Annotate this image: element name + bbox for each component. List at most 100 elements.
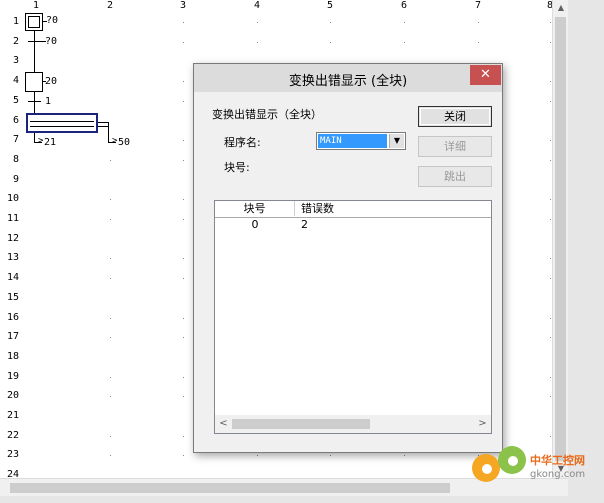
row-number: 12	[6, 232, 19, 244]
window-frame	[0, 496, 604, 503]
grid-dot	[110, 455, 111, 457]
grid-dot	[183, 22, 184, 23]
grid-dot	[550, 199, 551, 201]
grid-dot	[550, 81, 551, 83]
grid-dot	[330, 22, 331, 23]
grid-dot	[110, 337, 111, 339]
detail-button[interactable]: 详细	[418, 136, 492, 157]
grid-dot	[183, 159, 184, 161]
scroll-up-icon[interactable]: ▲	[553, 0, 569, 16]
sfc-branch-line	[30, 126, 94, 127]
grid-dot	[183, 337, 184, 339]
grid-dot	[478, 41, 479, 43]
grid-dot	[550, 435, 551, 437]
sfc-jump-label: 21	[44, 137, 57, 148]
program-name-select[interactable]: MAIN ▼	[316, 132, 406, 150]
scroll-right-icon[interactable]: >	[474, 415, 491, 433]
close-button[interactable]: 关闭	[418, 106, 492, 127]
grid-dot	[110, 435, 111, 437]
grid-dot	[550, 317, 551, 319]
grid-dot	[257, 455, 258, 457]
watermark-text: 中华工控网	[530, 454, 585, 467]
grid-dot	[550, 219, 551, 220]
column-number: 2	[107, 0, 114, 11]
dialog-heading: 变换出错显示（全块）	[212, 108, 322, 121]
column-number: 1	[33, 0, 40, 11]
gear-icon	[482, 464, 492, 474]
block-number-label: 块号:	[224, 161, 250, 174]
sfc-jump-label: 50	[118, 137, 131, 148]
column-header-block[interactable]: 块号	[215, 201, 295, 216]
row-number: 5	[12, 94, 19, 106]
list-header: 块号 错误数	[215, 201, 491, 218]
grid-dot	[550, 278, 551, 280]
list-horizontal-scrollbar[interactable]: < >	[215, 415, 491, 433]
grid-dot	[404, 455, 405, 457]
row-number: 23	[6, 449, 19, 461]
scroll-thumb[interactable]	[555, 17, 566, 461]
row-number: 11	[6, 213, 19, 224]
program-name-label: 程序名:	[224, 136, 261, 149]
scroll-left-icon[interactable]: <	[215, 415, 232, 433]
column-number: 7	[475, 0, 482, 11]
row-number: 3	[12, 55, 19, 67]
sfc-step-label: ?0	[46, 15, 59, 26]
error-count-cell: 2	[301, 218, 308, 231]
sfc-transition-bar	[28, 101, 41, 102]
gear-icon	[508, 456, 518, 466]
scroll-thumb[interactable]	[10, 483, 450, 493]
row-number: 6	[12, 114, 19, 126]
row-number: 1	[12, 16, 19, 27]
row-number: 4	[12, 75, 19, 87]
grid-dot	[110, 219, 111, 220]
vertical-scrollbar[interactable]: ▲ ▼	[552, 0, 568, 478]
list-item[interactable]: 0 2	[215, 217, 491, 232]
sfc-transition-label: 1	[45, 96, 52, 107]
watermark-sub: gkong.com	[530, 469, 586, 480]
dialog-title: 变换出错显示 (全块)	[288, 74, 408, 89]
close-icon[interactable]: ✕	[470, 65, 501, 85]
sfc-main-line	[34, 31, 35, 73]
grid-dot	[550, 258, 551, 260]
grid-dot	[183, 100, 184, 102]
row-number: 16	[6, 311, 19, 323]
column-number: 5	[327, 0, 334, 11]
sfc-branch-down	[108, 122, 109, 143]
sfc-connector	[98, 126, 108, 127]
error-list[interactable]: 块号 错误数 0 2 < >	[214, 200, 492, 434]
grid-dot	[183, 199, 184, 201]
grid-dot	[183, 41, 184, 43]
scroll-thumb[interactable]	[232, 419, 370, 429]
grid-dot	[183, 219, 184, 220]
grid-dot	[183, 435, 184, 437]
column-number: 6	[401, 0, 408, 11]
dialog-titlebar[interactable]: 变换出错显示 (全块) ✕	[194, 64, 502, 92]
grid-dot	[110, 278, 111, 280]
program-name-value: MAIN	[318, 134, 387, 148]
grid-dot	[550, 376, 551, 378]
grid-dot	[110, 258, 111, 260]
row-number: 19	[6, 370, 19, 382]
grid-dot	[110, 317, 111, 319]
row-number: 24	[6, 469, 19, 478]
sfc-jump-arrow-icon: >	[38, 136, 44, 146]
grid-dot	[550, 337, 551, 339]
grid-dot	[183, 455, 184, 457]
sfc-step-20[interactable]	[25, 72, 43, 92]
row-number: 8	[12, 153, 19, 165]
grid-dot	[550, 159, 551, 161]
row-number: 18	[6, 350, 19, 362]
conversion-error-dialog: 变换出错显示 (全块) ✕ 变换出错显示（全块） 程序名: MAIN ▼ 块号:…	[193, 63, 503, 453]
grid-dot	[110, 159, 111, 161]
selection-cursor[interactable]	[26, 113, 98, 133]
grid-dot	[110, 376, 111, 378]
block-number-cell: 0	[251, 218, 259, 231]
grid-dot	[404, 22, 405, 23]
column-header-errors[interactable]: 错误数	[296, 201, 491, 216]
grid-dot	[550, 140, 551, 142]
sfc-initial-step-inner	[28, 16, 40, 28]
row-number: 15	[6, 291, 19, 303]
jump-button[interactable]: 跳出	[418, 166, 492, 187]
chevron-down-icon[interactable]: ▼	[389, 134, 404, 148]
sfc-jump-arrow-icon: >	[112, 136, 118, 146]
